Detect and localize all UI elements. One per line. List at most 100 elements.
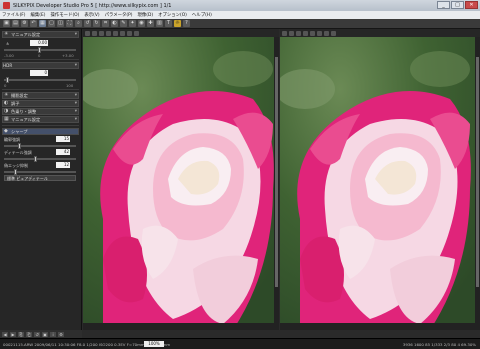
param-value[interactable]: 12	[56, 162, 70, 168]
gray-point-icon[interactable]: ✚	[147, 20, 154, 27]
close-button[interactable]: ✕	[465, 1, 478, 9]
horizontal-scrollbar[interactable]	[83, 323, 279, 330]
flip-icon[interactable]	[310, 30, 315, 36]
info-icon[interactable]	[134, 30, 139, 36]
exposure-slider[interactable]	[4, 47, 76, 53]
preview-after[interactable]	[280, 29, 480, 330]
chevron-down-icon: ▾	[74, 101, 77, 106]
rotate-icon[interactable]	[303, 30, 308, 36]
fit-icon[interactable]	[282, 30, 287, 36]
zoom-icon[interactable]: ⌕	[75, 20, 82, 27]
save-icon[interactable]: ▤	[12, 20, 19, 27]
rotate-icon[interactable]	[106, 30, 111, 36]
sun-icon: ☀	[4, 31, 9, 37]
preview-before[interactable]	[83, 29, 279, 330]
contrast-icon: ◐	[4, 100, 9, 106]
minimize-button[interactable]: _	[437, 1, 450, 9]
param-slider[interactable]	[4, 156, 76, 162]
flip-icon[interactable]	[113, 30, 118, 36]
menu-option[interactable]: オプション(O)	[158, 12, 187, 18]
window-title: SILKYPIX Developer Studio Pro 5 [ http:/…	[13, 2, 172, 9]
zoom-field[interactable]: 100%	[144, 341, 164, 347]
single-view-icon[interactable]: ▢	[48, 20, 55, 27]
text-icon[interactable]: T	[165, 20, 172, 27]
next-icon[interactable]: ▶	[10, 331, 16, 337]
section-color[interactable]: ◑ 色乗り・調整 ▾	[2, 108, 79, 115]
param-slider[interactable]	[4, 143, 76, 149]
full-view-icon[interactable]: ⛶	[66, 20, 73, 27]
menu-edit[interactable]: 編集(E)	[31, 12, 46, 18]
compare-icon[interactable]	[296, 30, 301, 36]
save-icon[interactable]: ▣	[42, 331, 48, 337]
hdr-value[interactable]: 0	[30, 70, 48, 76]
menu-help[interactable]: ヘルプ(H)	[192, 12, 212, 18]
100-icon[interactable]	[289, 30, 294, 36]
undo-icon[interactable]	[317, 30, 322, 36]
sharp-label: シャープ	[11, 128, 28, 134]
100-icon[interactable]	[92, 30, 97, 36]
horizontal-scrollbar[interactable]	[280, 323, 480, 330]
sharp-icon: ◆	[4, 128, 8, 134]
settings-icon[interactable]: ⚙	[58, 331, 64, 337]
info-icon[interactable]	[331, 30, 336, 36]
hdr-header[interactable]: HDR ▾	[2, 62, 79, 69]
rotate-right-icon[interactable]: ↻	[93, 20, 100, 27]
menu-develop[interactable]: 現像(D)	[137, 12, 153, 18]
spot-icon[interactable]: ◉	[138, 20, 145, 27]
crop-icon[interactable]: ⌗	[102, 20, 109, 27]
dust-icon[interactable]: ✦	[129, 20, 136, 27]
compare-view-icon[interactable]: ◫	[57, 20, 64, 27]
vertical-scrollbar[interactable]	[475, 37, 480, 323]
undo-icon[interactable]	[120, 30, 125, 36]
menu-file[interactable]: ファイル(F)	[2, 12, 26, 18]
hdr-slider[interactable]	[4, 77, 76, 83]
grid-icon[interactable]: ▦	[39, 20, 46, 27]
eyedropper-icon[interactable]: ✎	[120, 20, 127, 27]
main-toolbar: ▣ ▤ ⚙ ↶ ▦ ▢ ◫ ⛶ ⌕ ↺ ↻ ⌗ ◐ ✎ ✦ ◉ ✚ ▥ T ☼?	[0, 19, 480, 29]
white-balance-icon[interactable]: ◐	[111, 20, 118, 27]
compare-icon[interactable]	[99, 30, 104, 36]
rotate-left-icon[interactable]: ↺	[84, 20, 91, 27]
section-tone[interactable]: ◐ 調子 ▾	[2, 100, 79, 107]
section-manual[interactable]: ▦ マニュアル設定 ▾	[2, 116, 79, 123]
menu-parameter[interactable]: パラメータ(P)	[105, 12, 133, 18]
exposure-value[interactable]: 0.00	[30, 40, 48, 46]
menu-mode[interactable]: 操作モード(O)	[51, 12, 80, 18]
redo-icon[interactable]	[127, 30, 132, 36]
param-slider-knob[interactable]	[34, 156, 37, 162]
develop-icon[interactable]: ⚙	[21, 20, 28, 27]
rose-image	[280, 29, 480, 330]
param-slider-knob[interactable]	[18, 143, 21, 149]
redo-icon[interactable]	[324, 30, 329, 36]
hdr-label: HDR	[3, 63, 13, 68]
hdr-slider-knob[interactable]	[6, 77, 9, 83]
scrollbar-thumb[interactable]	[275, 57, 278, 287]
highlight-icon[interactable]: ☼	[174, 20, 181, 27]
maximize-button[interactable]: □	[451, 1, 464, 9]
exposure-header[interactable]: ☀ マニュアル設定 ▾	[2, 31, 79, 38]
param-slider[interactable]	[4, 169, 76, 175]
reset-icon[interactable]: ↺	[34, 331, 40, 337]
section-label: 撮影設定	[11, 92, 28, 98]
param-value[interactable]: 42	[56, 149, 70, 155]
menu-view[interactable]: 表示(V)	[84, 12, 99, 18]
info-icon[interactable]: i	[50, 331, 56, 337]
section-shooting[interactable]: ☀ 撮影設定 ▾	[2, 92, 79, 99]
chevron-down-icon: ▾	[74, 117, 77, 122]
paste-icon[interactable]: ⎗	[26, 331, 32, 337]
vertical-scrollbar[interactable]	[274, 37, 279, 323]
view-toolbar	[83, 29, 279, 37]
param-value[interactable]: 15	[56, 136, 70, 142]
title-bar: SILKYPIX Developer Studio Pro 5 [ http:/…	[0, 0, 480, 11]
view-toolbar	[280, 29, 480, 37]
open-icon[interactable]: ▣	[3, 20, 10, 27]
prev-icon[interactable]: ◀	[2, 331, 8, 337]
sharp-preset-select[interactable]: 標準 ピュアディテール	[4, 175, 76, 181]
fit-icon[interactable]	[85, 30, 90, 36]
undo-icon[interactable]: ↶	[30, 20, 37, 27]
level-icon[interactable]: ▥	[156, 20, 163, 27]
help-icon[interactable]: ?	[183, 20, 190, 27]
scrollbar-thumb[interactable]	[476, 57, 479, 287]
copy-icon[interactable]: ⎘	[18, 331, 24, 337]
sharp-header[interactable]: ◆ シャープ	[2, 128, 79, 135]
